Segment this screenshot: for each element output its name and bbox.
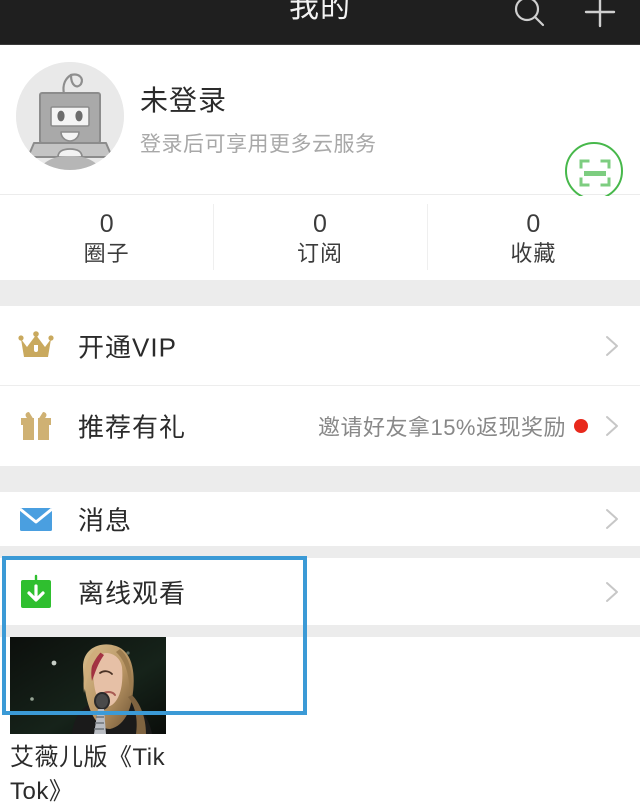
video-thumbnail-image <box>10 637 166 734</box>
scan-qr-icon <box>579 159 611 187</box>
stat-item-subscriptions[interactable]: 0 订阅 <box>213 196 426 280</box>
section-separator <box>0 546 640 558</box>
stat-value: 0 <box>313 210 327 238</box>
scan-qr-button[interactable] <box>565 142 623 200</box>
profile-header[interactable]: 未登录 登录后可享用更多云服务 <box>0 46 640 200</box>
envelope-icon <box>16 499 56 539</box>
chevron-right-icon <box>598 579 624 605</box>
menu-row-messages[interactable]: 消息 <box>0 492 640 546</box>
status-badge <box>574 419 588 433</box>
chevron-right-icon <box>598 413 624 439</box>
gift-icon <box>16 406 56 446</box>
menu-row-referral[interactable]: 推荐有礼 邀请好友拿15%返现奖励 <box>0 386 640 466</box>
top-navigation-bar: 我的 <box>0 0 640 45</box>
robot-computer-avatar-icon <box>16 62 124 170</box>
menu-row-label: 推荐有礼 <box>78 412 187 443</box>
watermark <box>500 742 626 774</box>
menu-row-hint: 邀请好友拿15%返现奖励 <box>317 415 566 440</box>
menu-row-label: 开通VIP <box>78 332 177 363</box>
stat-label: 圈子 <box>83 241 130 266</box>
stat-label: 订阅 <box>296 241 343 266</box>
chevron-right-icon <box>598 333 624 359</box>
profile-subtitle: 登录后可享用更多云服务 <box>140 133 377 156</box>
download-icon <box>16 572 56 612</box>
stat-label: 收藏 <box>510 241 557 266</box>
search-icon[interactable] <box>508 0 552 34</box>
crown-icon <box>16 326 56 366</box>
stat-value: 0 <box>99 210 114 238</box>
profile-name: 未登录 <box>140 85 228 116</box>
video-thumbnail[interactable] <box>10 637 166 734</box>
menu-row-label: 离线观看 <box>78 578 187 608</box>
stat-item-circles[interactable]: 0 圈子 <box>0 196 213 280</box>
menu-row-offline-watch[interactable]: 离线观看 <box>0 558 640 625</box>
section-separator <box>0 625 640 637</box>
section-separator <box>0 466 640 492</box>
profile-stats: 0 圈子 0 订阅 0 收藏 <box>0 196 640 280</box>
menu-row-vip[interactable]: 开通VIP <box>0 306 640 386</box>
stat-item-favorites[interactable]: 0 收藏 <box>426 196 640 280</box>
plus-icon[interactable] <box>578 0 622 34</box>
section-separator <box>0 280 640 306</box>
stat-value: 0 <box>526 210 541 238</box>
video-title: 艾薇儿版《Tik Tok》 <box>10 744 166 805</box>
chevron-right-icon <box>598 506 624 532</box>
wukong-logo-icon <box>502 747 616 769</box>
menu-row-label: 消息 <box>78 505 133 536</box>
avatar[interactable] <box>16 62 124 170</box>
